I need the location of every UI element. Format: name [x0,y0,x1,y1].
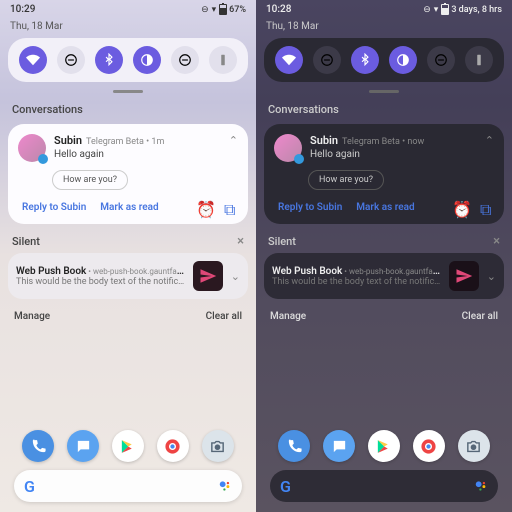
qs-nearby[interactable] [427,46,455,74]
reply-action[interactable]: Reply to Subin [278,202,342,213]
push-notification[interactable]: Web Push Book • web-push-book.gauntface.… [8,253,248,299]
qs-wifi[interactable] [19,46,47,74]
qs-bluetooth[interactable] [95,46,123,74]
mark-read-action[interactable]: Mark as read [100,202,158,213]
push-meta: • web-push-book.gauntface.c… • now [86,266,185,277]
qs-nearby[interactable] [171,46,199,74]
avatar [274,134,302,162]
push-notification[interactable]: Web Push Book • web-push-book.gauntface.… [264,253,504,299]
expand-icon[interactable]: ⌄ [487,270,496,283]
message-text: Hello again [310,149,477,160]
status-right: ⊖ ▾ 67% [201,4,246,15]
bubble-icon[interactable]: ⧉ [224,200,238,214]
clock: 10:28 [266,4,291,15]
collapse-icon[interactable]: ⌃ [485,134,494,147]
chrome-app[interactable] [413,430,445,462]
chrome-app[interactable] [157,430,189,462]
shade-handle[interactable] [369,90,399,93]
play-store-app[interactable] [112,430,144,462]
camera-app[interactable] [202,430,234,462]
push-title: Web Push Book [272,266,342,277]
search-bar[interactable]: G [270,470,498,502]
phone-app[interactable] [22,430,54,462]
section-silent: Silent × [256,228,512,251]
notif-meta: Telegram Beta • now [342,137,424,147]
google-logo: G [24,477,35,496]
manage-button[interactable]: Manage [14,311,50,322]
smart-reply[interactable]: How are you? [52,170,128,190]
avatar [18,134,46,162]
google-logo: G [280,477,291,496]
push-meta: • web-push-book.gauntface.c… • now [342,266,441,277]
dnd-icon: ⊖ [201,5,209,15]
manage-button[interactable]: Manage [270,311,306,322]
collapse-icon[interactable]: ⌃ [229,134,238,147]
mark-read-action[interactable]: Mark as read [356,202,414,213]
assistant-icon[interactable] [474,479,488,493]
push-body: This would be the body text of the notif… [16,277,185,287]
sender-name: Subin [310,134,338,147]
push-image [449,261,479,291]
notif-meta: Telegram Beta • 1m [86,137,164,147]
clock: 10:29 [10,4,35,15]
conversation-card[interactable]: Subin Telegram Beta • now Hello again ⌃ H… [264,124,504,224]
search-bar[interactable]: G [14,470,242,502]
dock [256,430,512,462]
snooze-icon[interactable]: ⏰ [196,200,210,214]
dock [0,430,256,462]
snooze-icon[interactable]: ⏰ [452,200,466,214]
shade-handle[interactable] [113,90,143,93]
qs-dark[interactable] [389,46,417,74]
camera-app[interactable] [458,430,490,462]
push-image [193,261,223,291]
quick-settings [264,38,504,82]
message-text: Hello again [54,149,221,160]
push-title: Web Push Book [16,266,86,277]
section-conversations: Conversations [0,99,256,120]
qs-dark[interactable] [133,46,161,74]
date-label: Thu, 18 Mar [256,19,512,38]
push-body: This would be the body text of the notif… [272,277,441,287]
qs-wifi[interactable] [275,46,303,74]
status-bar: 10:29 ⊖ ▾ 67% [0,0,256,19]
conversation-card[interactable]: Subin Telegram Beta • 1m Hello again ⌃ Ho… [8,124,248,224]
light-panel: 10:29 ⊖ ▾ 67% Thu, 18 Mar Conversations … [0,0,256,512]
wifi-icon: ▾ [212,5,217,15]
phone-app[interactable] [278,430,310,462]
clear-all-button[interactable]: Clear all [206,311,242,322]
sender-name: Subin [54,134,82,147]
quick-settings [8,38,248,82]
qs-flashlight[interactable] [465,46,493,74]
qs-dnd[interactable] [57,46,85,74]
messages-app[interactable] [323,430,355,462]
reply-action[interactable]: Reply to Subin [22,202,86,213]
qs-dnd[interactable] [313,46,341,74]
battery-indicator: 3 days, 8 hrs [441,4,502,15]
dnd-icon: ⊖ [423,5,431,15]
expand-icon[interactable]: ⌄ [231,270,240,283]
dismiss-silent[interactable]: × [493,234,500,249]
qs-bluetooth[interactable] [351,46,379,74]
wifi-icon: ▾ [434,5,439,15]
date-label: Thu, 18 Mar [0,19,256,38]
play-store-app[interactable] [368,430,400,462]
qs-flashlight[interactable] [209,46,237,74]
smart-reply[interactable]: How are you? [308,170,384,190]
section-silent: Silent × [0,228,256,251]
bubble-icon[interactable]: ⧉ [480,200,494,214]
section-conversations: Conversations [256,99,512,120]
dark-panel: 10:28 ⊖ ▾ 3 days, 8 hrs Thu, 18 Mar Conv… [256,0,512,512]
assistant-icon[interactable] [218,479,232,493]
dismiss-silent[interactable]: × [237,234,244,249]
status-right: ⊖ ▾ 3 days, 8 hrs [423,4,502,15]
status-bar: 10:28 ⊖ ▾ 3 days, 8 hrs [256,0,512,19]
battery-indicator: 67% [219,4,246,15]
clear-all-button[interactable]: Clear all [462,311,498,322]
messages-app[interactable] [67,430,99,462]
